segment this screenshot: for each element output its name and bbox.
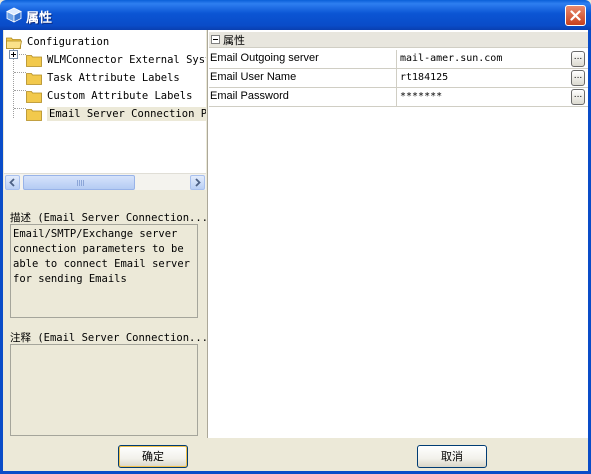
tree-item-custom-attribute-labels[interactable]: Custom Attribute Labels — [26, 87, 192, 105]
comment-label: 注释 (Email Server Connection... — [10, 332, 209, 344]
folder-icon — [26, 108, 42, 121]
property-value[interactable]: mail-amer.sun.com — [400, 53, 570, 64]
folder-icon — [26, 90, 42, 103]
cancel-button[interactable]: 取消 — [417, 445, 487, 468]
tree-item-task-attribute-labels[interactable]: Task Attribute Labels — [26, 69, 180, 87]
config-tree[interactable]: Configuration WLMConnector External Syst… — [4, 30, 206, 173]
ellipsis-button[interactable]: ... — [571, 70, 585, 86]
window-title: 属性 — [26, 11, 53, 26]
close-button[interactable] — [565, 5, 586, 26]
scroll-right-button[interactable] — [190, 175, 205, 190]
property-category-label: 属性 — [223, 33, 245, 47]
property-name: Email User Name — [210, 71, 297, 83]
tree-line — [14, 72, 26, 73]
column-separator — [396, 50, 397, 69]
tree-item-label: Task Attribute Labels — [47, 72, 180, 84]
close-icon — [570, 10, 581, 21]
property-name: Email Password — [210, 90, 289, 102]
property-value[interactable]: ******* — [400, 91, 570, 102]
tree-line — [14, 108, 26, 109]
grip-icon — [77, 180, 85, 186]
title-bar[interactable]: 属性 — [0, 0, 591, 30]
ellipsis-button[interactable]: ... — [571, 89, 585, 105]
tree-item-label: WLMConnector External Syst — [47, 54, 206, 66]
property-sheet: 属性 Email Outgoing server mail-amer.sun.c… — [209, 30, 588, 438]
tree-item-label: Configuration — [27, 36, 110, 48]
property-category[interactable]: 属性 — [209, 32, 588, 48]
property-name: Email Outgoing server — [210, 52, 319, 64]
arrow-left-icon — [9, 178, 15, 187]
tree-item-label: Email Server Connection Pa — [47, 107, 206, 121]
tree-item-wlmconnector[interactable]: WLMConnector External Syst — [26, 51, 206, 69]
window-icon — [6, 7, 22, 23]
expand-toggle[interactable] — [9, 50, 18, 59]
ok-button[interactable]: 确定 — [118, 445, 188, 468]
tree-horizontal-scrollbar[interactable] — [4, 173, 206, 190]
folder-open-icon — [6, 37, 22, 49]
arrow-right-icon — [195, 178, 201, 187]
scroll-thumb[interactable] — [23, 175, 135, 190]
tree-item-label: Custom Attribute Labels — [47, 90, 193, 102]
folder-icon — [26, 54, 42, 67]
property-row[interactable]: Email User Name rt184125 ... — [209, 69, 588, 88]
collapse-icon[interactable] — [211, 35, 220, 44]
description-label: 描述 (Email Server Connection... — [10, 212, 209, 224]
property-row[interactable]: Email Outgoing server mail-amer.sun.com … — [209, 50, 588, 69]
tree-item-configuration[interactable]: Configuration — [6, 33, 109, 51]
comment-text[interactable] — [10, 344, 198, 436]
tree-line — [14, 90, 26, 91]
column-separator — [396, 88, 397, 107]
scroll-left-button[interactable] — [5, 175, 20, 190]
folder-icon — [26, 72, 42, 85]
property-row[interactable]: Email Password ******* ... — [209, 88, 588, 107]
description-text: Email/SMTP/Exchange server connection pa… — [10, 224, 198, 318]
tree-item-email-server-connection[interactable]: Email Server Connection Pa — [26, 105, 206, 123]
ellipsis-button[interactable]: ... — [571, 51, 585, 67]
property-value[interactable]: rt184125 — [400, 72, 570, 83]
column-separator — [396, 69, 397, 88]
